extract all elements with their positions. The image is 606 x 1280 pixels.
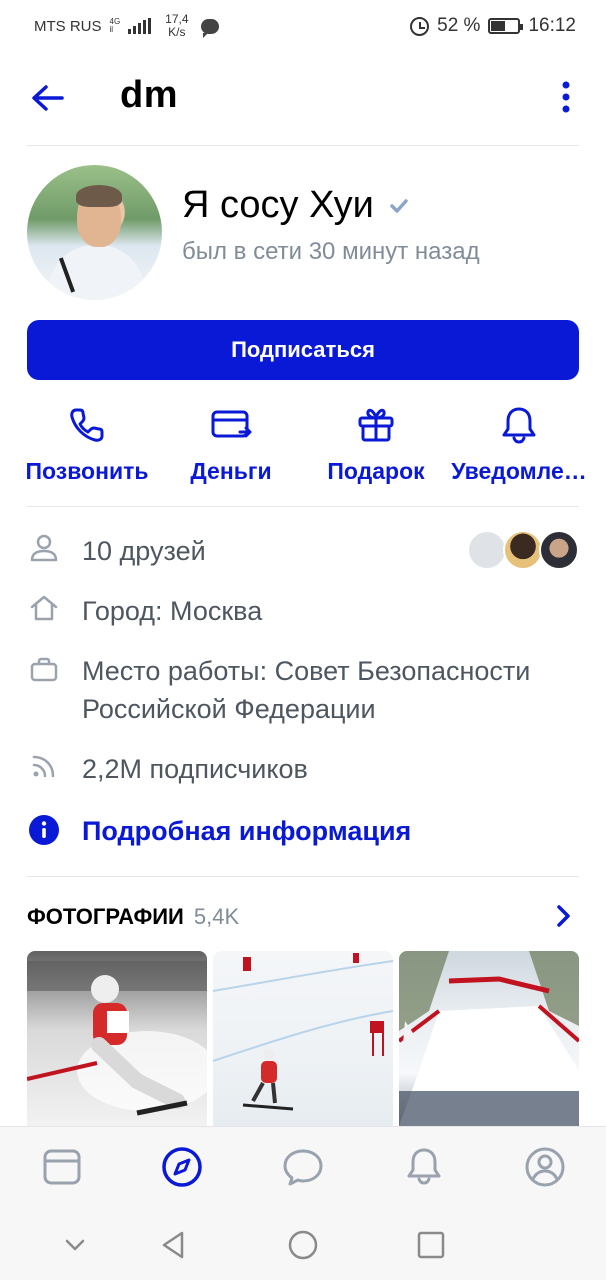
city-row: Город: Москва xyxy=(0,592,606,632)
clock: 16:12 xyxy=(528,15,576,36)
page-title: dm xyxy=(120,74,178,116)
followers-count: 2,2M подписчиков xyxy=(82,754,308,784)
status-right: 52 % 16:12 xyxy=(410,15,576,37)
call-label: Позвонить xyxy=(25,458,149,484)
carrier-label: MTS RUS xyxy=(34,17,102,35)
subscribe-button[interactable]: Подписаться xyxy=(27,320,579,380)
profile-name: Я сосу Хуи xyxy=(182,184,374,226)
more-menu-button[interactable] xyxy=(552,78,580,118)
gift-label: Подарок xyxy=(327,458,425,484)
friends-avatars[interactable] xyxy=(467,530,582,572)
divider xyxy=(27,506,579,507)
discover-tab-icon[interactable] xyxy=(160,1145,204,1189)
followers-row[interactable]: 2,2M подписчиков xyxy=(0,750,606,790)
photo-thumbnail[interactable] xyxy=(27,951,207,1126)
battery-percent: 52 % xyxy=(437,15,481,36)
verified-icon xyxy=(390,198,408,213)
gift-action[interactable]: Подарок xyxy=(318,400,434,496)
phone-icon xyxy=(70,408,104,442)
messages-tab-icon[interactable] xyxy=(281,1145,325,1189)
work-text: Место работы: Совет Безопасности Российс… xyxy=(82,656,531,724)
news-tab-icon[interactable] xyxy=(40,1145,84,1189)
bottom-tab-bar xyxy=(0,1126,606,1210)
notifications-tab-icon[interactable] xyxy=(402,1145,446,1189)
recents-square-icon[interactable] xyxy=(414,1228,448,1262)
divider xyxy=(27,876,579,877)
rss-icon xyxy=(32,755,55,778)
details-link[interactable]: Подробная информация xyxy=(82,812,582,850)
briefcase-icon xyxy=(30,657,58,682)
skier-slope-image xyxy=(213,953,393,1111)
chevron-down-icon[interactable] xyxy=(58,1228,92,1262)
gift-icon xyxy=(358,408,394,442)
bell-icon xyxy=(502,407,536,444)
city-text: Город: Москва xyxy=(82,596,263,626)
app-header: dm xyxy=(0,52,606,144)
profile-name-row: Я сосу Хуи xyxy=(182,184,410,227)
message-notification-icon xyxy=(200,18,219,38)
user-icon xyxy=(30,534,58,562)
home-icon xyxy=(30,595,58,621)
network-type: 4G il xyxy=(109,17,121,34)
friend-avatar xyxy=(467,530,507,570)
chevron-right-icon xyxy=(557,905,570,927)
notifications-action[interactable]: Уведомле… xyxy=(448,400,590,496)
arrow-left-icon xyxy=(32,85,64,111)
info-icon xyxy=(29,815,59,845)
photo-thumbnail[interactable] xyxy=(213,951,393,1126)
friend-avatar xyxy=(503,530,543,570)
status-left: MTS RUS 4G il 17,4 K/s xyxy=(34,13,219,39)
card-icon xyxy=(211,410,252,438)
profile-tab-icon[interactable] xyxy=(523,1145,567,1189)
divider xyxy=(27,145,579,146)
photos-header[interactable]: ФОТОГРАФИИ 5,4K xyxy=(27,900,579,934)
alarm-icon xyxy=(410,16,430,36)
money-label: Деньги xyxy=(190,458,272,484)
photo-thumbnail[interactable] xyxy=(399,951,579,1126)
home-circle-icon[interactable] xyxy=(286,1228,320,1262)
photos-title: ФОТОГРАФИИ xyxy=(27,904,184,929)
online-status: был в сети 30 минут назад xyxy=(182,238,480,265)
profile-avatar[interactable] xyxy=(27,165,162,300)
battery-icon xyxy=(488,18,524,34)
network-speed: 17,4 K/s xyxy=(165,12,189,39)
photos-count: 5,4K xyxy=(193,904,240,929)
back-button[interactable] xyxy=(28,78,68,118)
skier-photo-image xyxy=(27,961,207,1116)
call-action[interactable]: Позвонить xyxy=(18,400,156,496)
signal-icon xyxy=(128,18,152,34)
friend-avatar xyxy=(539,530,579,570)
money-action[interactable]: Деньги xyxy=(172,400,290,496)
system-navigation-bar xyxy=(0,1210,606,1280)
more-vertical-icon xyxy=(562,81,570,113)
action-row: Позвонить Деньги Подарок Уведомле… xyxy=(0,400,606,496)
work-row[interactable]: Место работы: Совет Безопасности Российс… xyxy=(0,652,606,732)
back-triangle-icon[interactable] xyxy=(156,1228,190,1262)
details-row[interactable]: Подробная информация xyxy=(0,812,606,852)
ski-course-image xyxy=(399,951,579,1126)
notifications-label: Уведомле… xyxy=(451,458,587,484)
status-bar: MTS RUS 4G il 17,4 K/s 52 % 16:12 xyxy=(0,0,606,52)
